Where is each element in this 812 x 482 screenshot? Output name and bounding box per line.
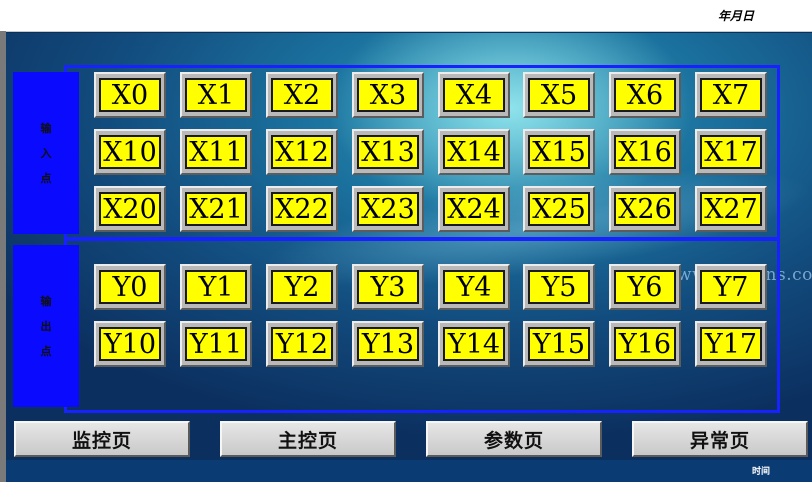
output-point-lamp: Y12 — [271, 327, 333, 361]
input-point-lamp: X12 — [271, 135, 333, 169]
input-point-button[interactable]: X11 — [180, 129, 252, 175]
bottom-status-bar: 时间 — [6, 460, 812, 482]
input-point-button[interactable]: X26 — [609, 186, 681, 232]
input-point-lamp: X13 — [357, 135, 419, 169]
input-point-button[interactable]: X1 — [180, 72, 252, 118]
output-point-lamp: Y15 — [528, 327, 590, 361]
input-point-button[interactable]: X12 — [266, 129, 338, 175]
output-points-label: 输 出 点 — [13, 245, 79, 407]
input-point-lamp: X7 — [700, 78, 762, 112]
output-point-lamp: Y17 — [700, 327, 762, 361]
output-point-lamp: Y1 — [185, 270, 247, 304]
input-point-lamp: X14 — [443, 135, 505, 169]
top-status-bar: 年月日 — [0, 0, 812, 32]
input-point-lamp: X17 — [700, 135, 762, 169]
input-point-lamp: X26 — [614, 192, 676, 226]
output-label-char-2: 出 — [40, 319, 52, 333]
output-point-button[interactable]: Y4 — [438, 264, 510, 310]
date-display: 年月日 — [717, 9, 754, 23]
input-point-lamp: X16 — [614, 135, 676, 169]
input-point-button[interactable]: X14 — [438, 129, 510, 175]
output-point-lamp: Y0 — [99, 270, 161, 304]
output-point-button[interactable]: Y15 — [523, 321, 595, 367]
input-point-lamp: X24 — [443, 192, 505, 226]
output-point-lamp: Y5 — [528, 270, 590, 304]
input-point-lamp: X15 — [528, 135, 590, 169]
output-point-button[interactable]: Y12 — [266, 321, 338, 367]
alarm-page-button[interactable]: 异常页 — [632, 421, 808, 457]
output-point-button[interactable]: Y14 — [438, 321, 510, 367]
input-point-lamp: X20 — [99, 192, 161, 226]
input-point-button[interactable]: X21 — [180, 186, 252, 232]
input-point-button[interactable]: X10 — [94, 129, 166, 175]
output-point-lamp: Y7 — [700, 270, 762, 304]
output-point-button[interactable]: Y16 — [609, 321, 681, 367]
input-point-button[interactable]: X24 — [438, 186, 510, 232]
output-point-button[interactable]: Y3 — [352, 264, 424, 310]
input-label-char-3: 点 — [40, 171, 52, 185]
input-point-button[interactable]: X7 — [695, 72, 767, 118]
input-point-button[interactable]: X2 — [266, 72, 338, 118]
input-point-button[interactable]: X15 — [523, 129, 595, 175]
output-label-char-1: 输 — [40, 294, 52, 308]
input-points-label: 输 入 点 — [13, 72, 79, 234]
input-point-button[interactable]: X25 — [523, 186, 595, 232]
output-point-lamp: Y14 — [443, 327, 505, 361]
output-point-lamp: Y3 — [357, 270, 419, 304]
input-point-lamp: X6 — [614, 78, 676, 112]
output-point-button[interactable]: Y17 — [695, 321, 767, 367]
input-point-lamp: X21 — [185, 192, 247, 226]
output-point-button[interactable]: Y1 — [180, 264, 252, 310]
output-point-button[interactable]: Y13 — [352, 321, 424, 367]
input-point-button[interactable]: X23 — [352, 186, 424, 232]
output-point-lamp: Y4 — [443, 270, 505, 304]
output-point-button[interactable]: Y0 — [94, 264, 166, 310]
output-point-lamp: Y13 — [357, 327, 419, 361]
monitor-page-button[interactable]: 监控页 — [14, 421, 190, 457]
input-point-lamp: X0 — [99, 78, 161, 112]
input-label-char-1: 输 — [40, 121, 52, 135]
input-point-button[interactable]: X3 — [352, 72, 424, 118]
parameter-page-button[interactable]: 参数页 — [426, 421, 602, 457]
output-point-lamp: Y6 — [614, 270, 676, 304]
output-point-button[interactable]: Y7 — [695, 264, 767, 310]
input-point-lamp: X11 — [185, 135, 247, 169]
output-point-button[interactable]: Y11 — [180, 321, 252, 367]
input-point-button[interactable]: X5 — [523, 72, 595, 118]
input-point-lamp: X3 — [357, 78, 419, 112]
input-point-lamp: X2 — [271, 78, 333, 112]
input-point-lamp: X23 — [357, 192, 419, 226]
input-point-lamp: X5 — [528, 78, 590, 112]
input-point-button[interactable]: X17 — [695, 129, 767, 175]
input-point-button[interactable]: X27 — [695, 186, 767, 232]
output-point-button[interactable]: Y6 — [609, 264, 681, 310]
output-point-lamp: Y11 — [185, 327, 247, 361]
output-point-lamp: Y2 — [271, 270, 333, 304]
output-label-char-3: 点 — [40, 344, 52, 358]
input-point-lamp: X27 — [700, 192, 762, 226]
input-label-char-2: 入 — [40, 146, 52, 160]
input-point-button[interactable]: X0 — [94, 72, 166, 118]
input-point-button[interactable]: X22 — [266, 186, 338, 232]
output-point-lamp: Y16 — [614, 327, 676, 361]
input-point-button[interactable]: X20 — [94, 186, 166, 232]
main-control-page-button[interactable]: 主控页 — [220, 421, 396, 457]
output-point-button[interactable]: Y5 — [523, 264, 595, 310]
output-point-lamp: Y10 — [99, 327, 161, 361]
input-point-lamp: X10 — [99, 135, 161, 169]
input-point-lamp: X1 — [185, 78, 247, 112]
output-point-button[interactable]: Y2 — [266, 264, 338, 310]
input-point-lamp: X4 — [443, 78, 505, 112]
input-point-button[interactable]: X13 — [352, 129, 424, 175]
input-point-button[interactable]: X6 — [609, 72, 681, 118]
output-point-button[interactable]: Y10 — [94, 321, 166, 367]
time-display: 时间 — [751, 467, 770, 477]
input-point-button[interactable]: X16 — [609, 129, 681, 175]
input-point-lamp: X22 — [271, 192, 333, 226]
input-point-button[interactable]: X4 — [438, 72, 510, 118]
input-point-lamp: X25 — [528, 192, 590, 226]
